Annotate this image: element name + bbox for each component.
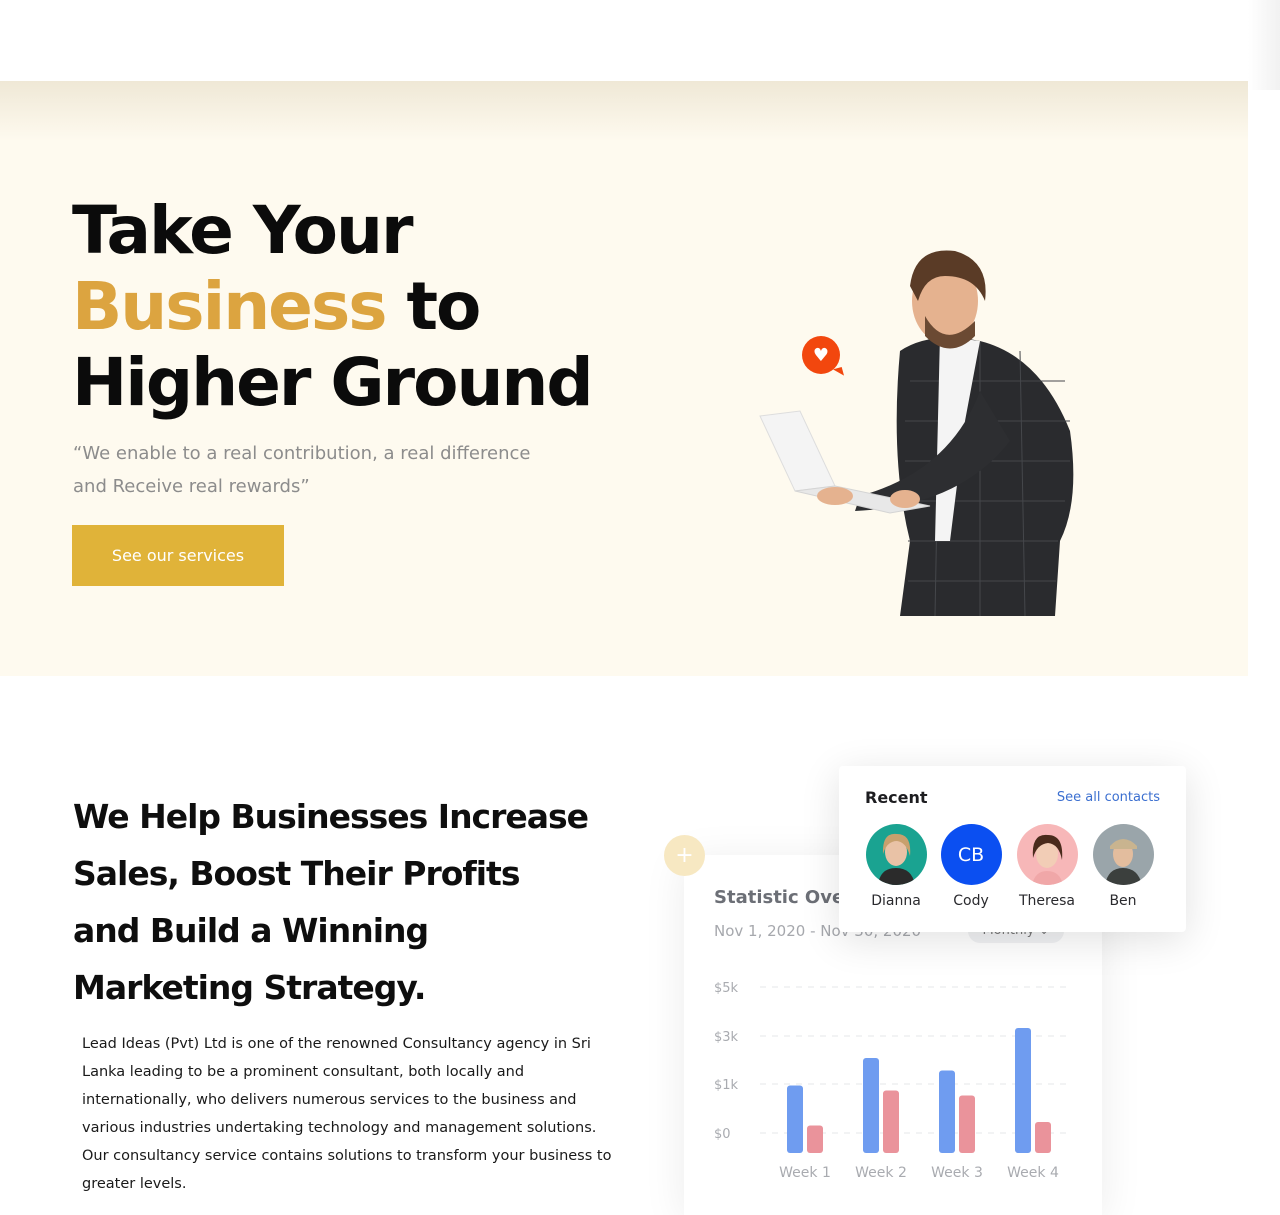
avatar [1016,824,1078,885]
contact-name: Cody [953,893,989,909]
bar [1035,1122,1051,1153]
x-tick-label: Week 4 [1007,1165,1059,1181]
hero-title-line3: Higher Ground [72,344,594,421]
see-all-contacts-link[interactable]: See all contacts [1057,790,1160,805]
contact-ben[interactable]: Ben [1085,824,1161,909]
y-tick-label: $1k [714,1078,739,1093]
x-tick-label: Week 1 [779,1165,831,1181]
hero-title-line1: Take Your [72,192,414,269]
avatar-photo [877,833,915,885]
avatar-photo [1031,834,1063,885]
x-tick-label: Week 2 [855,1165,907,1181]
contact-name: Ben [1109,893,1137,909]
services-heading: We Help Businesses Increase Sales, Boost… [73,797,589,1007]
bar [883,1090,899,1153]
header-shadow [0,81,1248,141]
bar [807,1125,823,1153]
contact-theresa[interactable]: Theresa [1009,824,1085,909]
recent-title: Recent [865,788,928,807]
bar [939,1070,955,1153]
plus-icon[interactable]: + [664,835,705,876]
top-navbar [0,0,1248,81]
avatar [1092,824,1154,885]
contact-dianna[interactable]: Dianna [858,824,934,909]
company-description: Lead Ideas (Pvt) Ltd is one of the renow… [82,1036,612,1192]
contact-name: Dianna [871,893,921,909]
avatar [865,824,927,885]
bar [959,1095,975,1153]
y-tick-label: $0 [714,1127,731,1142]
contact-name: Theresa [1019,893,1075,909]
scrollbar-edge [1248,0,1280,90]
avatar-photo [1104,839,1142,885]
x-tick-label: Week 3 [931,1165,983,1181]
hero-section: Take Your Business to Higher Ground “We … [0,81,1248,676]
bar [1015,1028,1031,1153]
recent-contacts-card: Recent See all contacts Dianna CB Cody T… [839,766,1186,932]
businessman-with-laptop-image [759,250,1074,617]
avatar: CB [940,824,1002,885]
see-services-button[interactable]: See our services [72,525,284,586]
contact-cody[interactable]: CB Cody [933,824,1009,909]
hero-title-to: to [385,268,482,345]
hero-title: Take Your Business to Higher Ground [72,192,594,421]
y-tick-label: $5k [714,981,739,996]
bar [863,1058,879,1153]
hero-title-accent: Business [72,268,388,345]
y-tick-label: $3k [714,1030,739,1045]
bar [787,1085,803,1153]
hero-quote: “We enable to a real contribution, a rea… [73,443,531,497]
